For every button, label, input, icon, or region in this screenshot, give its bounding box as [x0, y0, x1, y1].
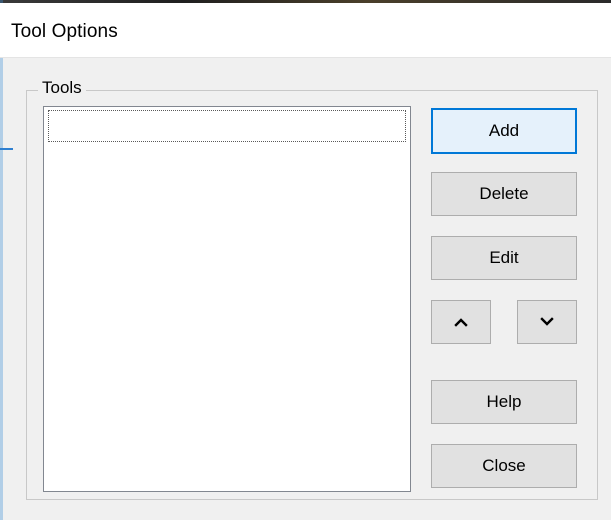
delete-button[interactable]: Delete — [431, 172, 577, 216]
move-down-button[interactable] — [517, 300, 577, 344]
chevron-up-icon — [454, 318, 468, 327]
tool-options-dialog: Tool Options Tools Add Delete Edit Help … — [0, 0, 611, 520]
tools-group-label: Tools — [38, 78, 86, 98]
close-button[interactable]: Close — [431, 444, 577, 488]
window-left-edge — [0, 0, 3, 520]
move-up-button[interactable] — [431, 300, 491, 344]
add-button[interactable]: Add — [431, 108, 577, 154]
help-button[interactable]: Help — [431, 380, 577, 424]
edit-button[interactable]: Edit — [431, 236, 577, 280]
tools-listbox[interactable] — [43, 106, 411, 492]
window-title: Tool Options — [11, 21, 118, 42]
title-bar[interactable]: Tool Options — [0, 3, 611, 58]
list-focus-rectangle[interactable] — [48, 110, 406, 142]
background-window-edge — [0, 148, 13, 150]
chevron-down-icon — [540, 317, 554, 326]
